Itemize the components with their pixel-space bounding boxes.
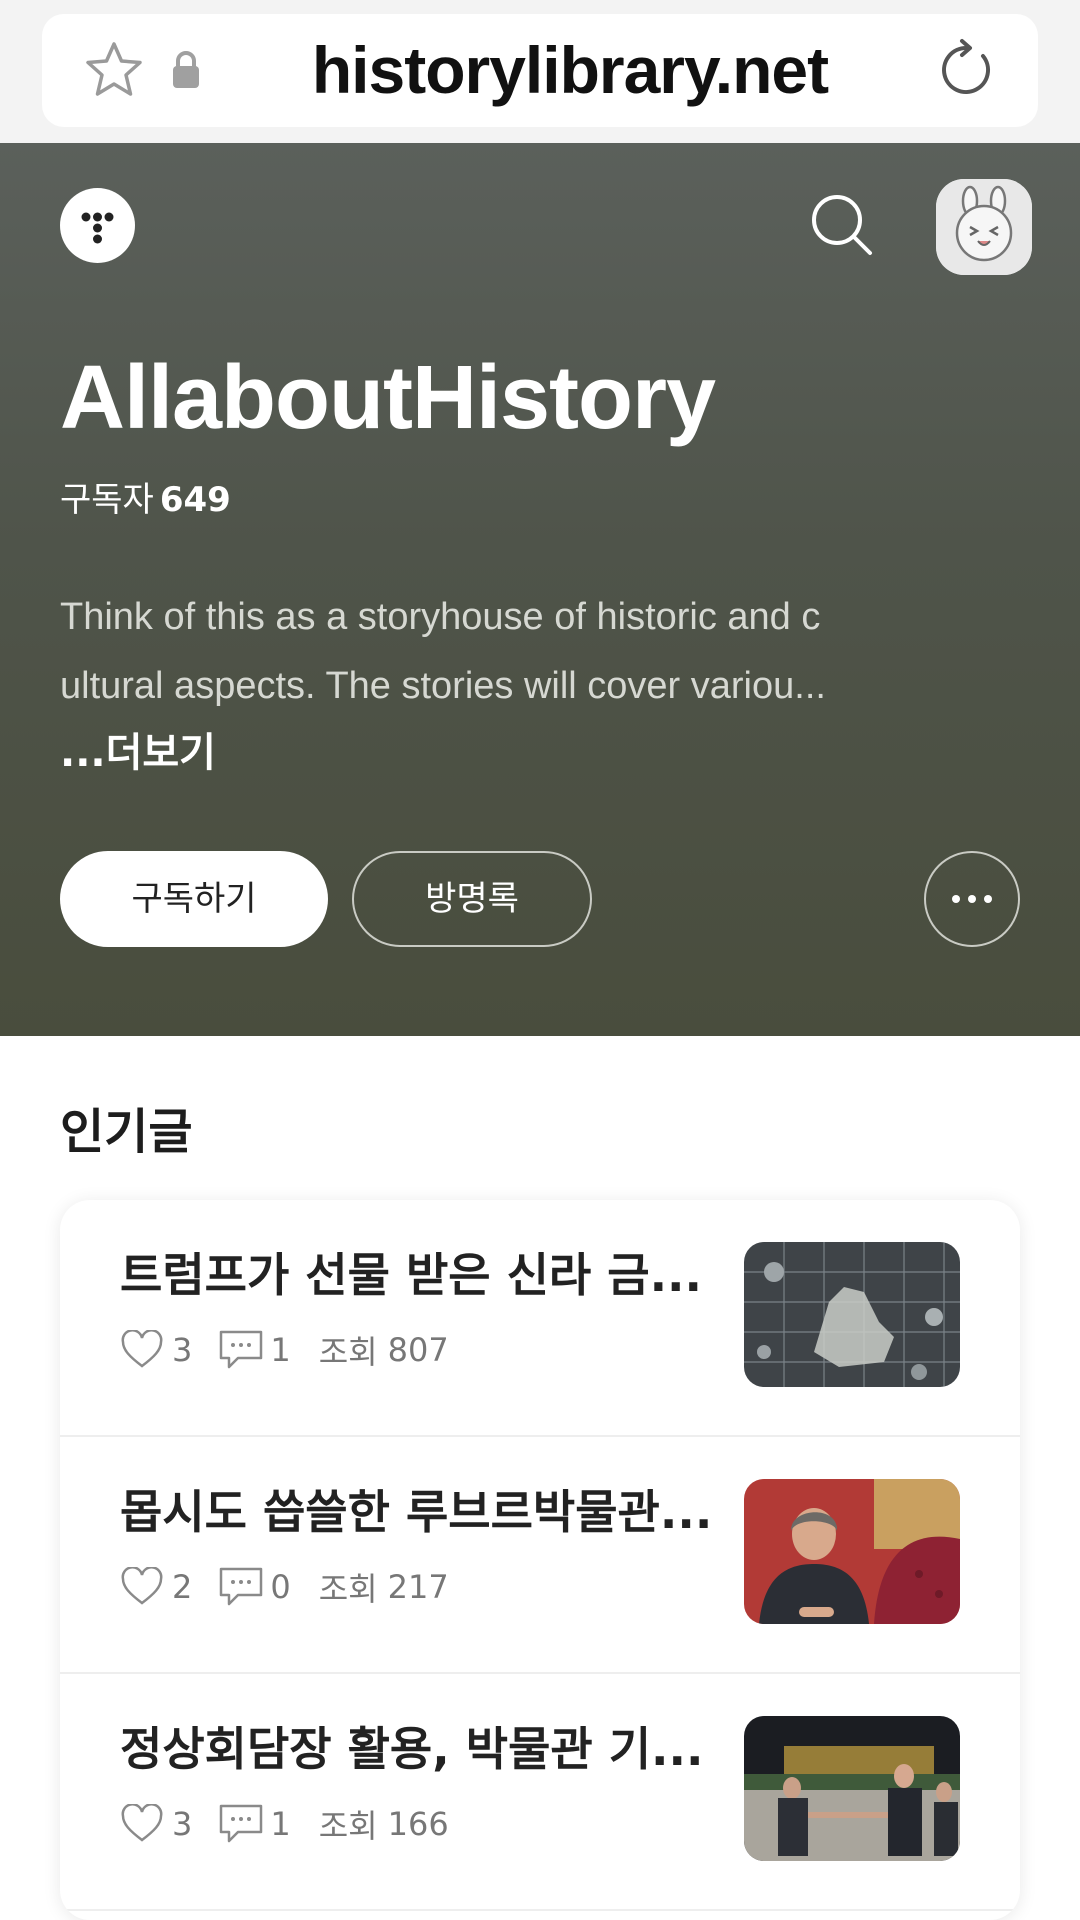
subscriber-number: 649 <box>159 480 231 520</box>
lock-icon <box>173 51 199 88</box>
post-thumbnail[interactable] <box>744 1479 960 1624</box>
blog-title: AllaboutHistory <box>60 348 716 448</box>
view-label: 조회 <box>318 1807 378 1845</box>
post-title[interactable]: 몹시도 씁쓸한 루브르박물관... <box>120 1477 740 1547</box>
list-item[interactable]: 몹시도 씁쓸한 루브르박물관... 2 0 조회 217 <box>60 1437 1020 1674</box>
comment-icon[interactable] <box>218 1328 264 1372</box>
subscriber-count: 구독자 649 <box>60 478 231 522</box>
comment-count: 1 <box>270 1331 291 1369</box>
description-line: Think of this as a storyhouse of histori… <box>60 596 821 638</box>
bunny-avatar-icon <box>936 179 1032 275</box>
view-count: 166 <box>387 1805 449 1843</box>
browser-address-bar: historylibrary.net <box>0 0 1080 143</box>
post-thumbnail[interactable] <box>744 1242 960 1387</box>
post-meta: 2 0 조회 217 <box>120 1562 449 1612</box>
post-title[interactable]: 정상회담장 활용, 박물관 기... <box>120 1714 740 1784</box>
list-item[interactable]: 정상회담장 활용, 박물관 기... 3 1 조회 166 <box>60 1674 1020 1911</box>
comment-count: 0 <box>270 1568 291 1606</box>
comment-count: 1 <box>270 1805 291 1843</box>
subscriber-label: 구독자 <box>60 480 154 520</box>
post-thumbnail[interactable] <box>744 1716 960 1861</box>
view-label: 조회 <box>318 1570 378 1608</box>
more-dots-icon <box>952 895 992 903</box>
bookmark-star-icon[interactable] <box>84 40 144 100</box>
reload-icon[interactable] <box>936 38 996 102</box>
post-meta: 3 1 조회 807 <box>120 1325 449 1375</box>
guestbook-button[interactable]: 방명록 <box>352 851 592 947</box>
blog-description: Think of this as a storyhouse of histori… <box>60 583 960 721</box>
list-item[interactable]: 트럼프가 선물 받은 신라 금... 3 1 조회 807 <box>60 1200 1020 1437</box>
comment-icon[interactable] <box>218 1802 264 1846</box>
tistory-logo-button[interactable] <box>60 188 135 263</box>
like-count: 3 <box>172 1331 193 1369</box>
view-label: 조회 <box>318 1333 378 1371</box>
url-text[interactable]: historylibrary.net <box>220 30 920 110</box>
gold-crown-fragments-image <box>744 1242 960 1387</box>
view-count: 217 <box>387 1568 449 1606</box>
popular-posts-list: 트럼프가 선물 받은 신라 금... 3 1 조회 807 몹시도 씁쓸한 루브… <box>60 1200 1020 1920</box>
woman-portrait-image <box>744 1479 960 1624</box>
description-line: ultural aspects. The stories will cover … <box>60 665 826 707</box>
heart-icon[interactable] <box>120 1330 164 1370</box>
like-count: 2 <box>172 1568 193 1606</box>
more-options-button[interactable] <box>924 851 1020 947</box>
post-title[interactable]: 트럼프가 선물 받은 신라 금... <box>120 1240 740 1310</box>
summit-handshake-image <box>744 1716 960 1861</box>
view-count: 807 <box>387 1331 449 1369</box>
comment-icon[interactable] <box>218 1565 264 1609</box>
heart-icon[interactable] <box>120 1804 164 1844</box>
avatar[interactable] <box>936 179 1032 275</box>
subscribe-button[interactable]: 구독하기 <box>60 851 328 947</box>
section-title-popular: 인기글 <box>60 1104 193 1160</box>
like-count: 3 <box>172 1805 193 1843</box>
read-more-link[interactable]: ...더보기 <box>60 725 216 781</box>
search-icon[interactable] <box>808 191 874 257</box>
blog-header: AllaboutHistory 구독자 649 Think of this as … <box>0 143 1080 1036</box>
tistory-logo-icon <box>81 212 114 244</box>
heart-icon[interactable] <box>120 1567 164 1607</box>
post-meta: 3 1 조회 166 <box>120 1799 449 1849</box>
